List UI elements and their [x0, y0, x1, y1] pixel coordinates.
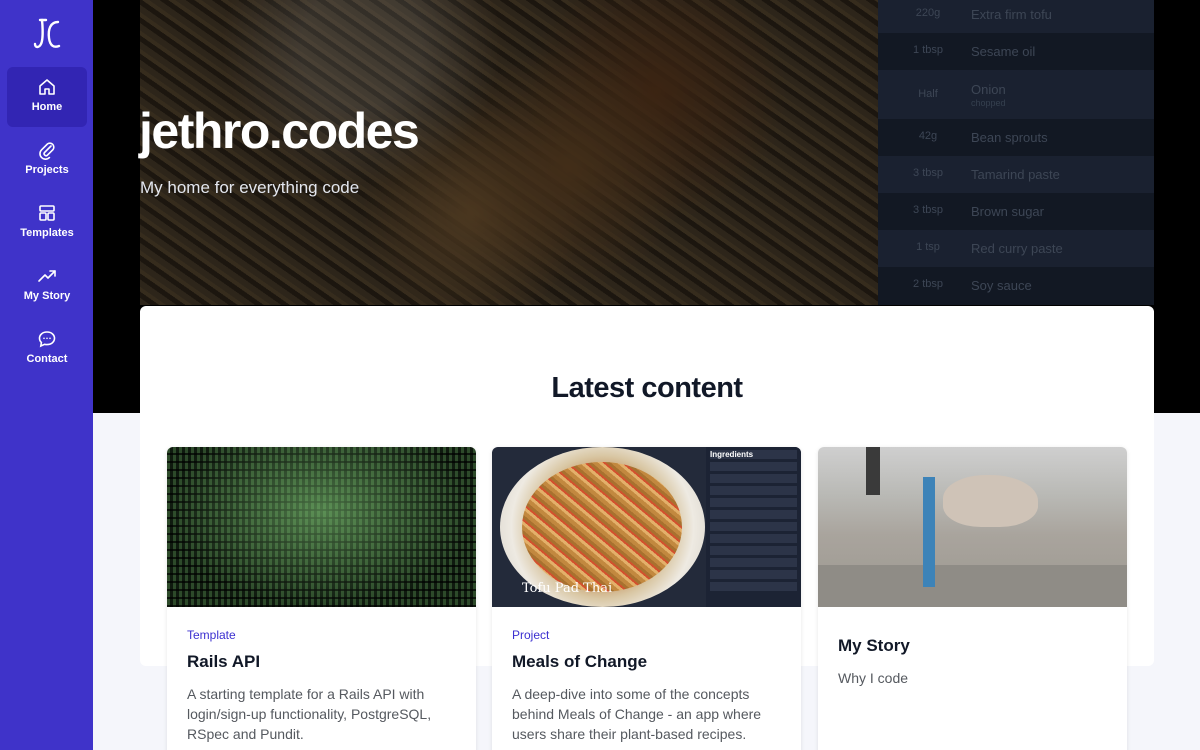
sidebar-item-my-story[interactable]: My Story — [7, 256, 87, 316]
card-title: Rails API — [187, 652, 261, 671]
ingredient-name: Bean sprouts — [971, 130, 1048, 145]
sidebar-item-templates[interactable]: Templates — [7, 193, 87, 253]
post-shape — [866, 447, 880, 495]
ingredient-qty: 2 tbsp — [913, 278, 943, 290]
sidebar-item-label: Templates — [20, 227, 74, 239]
ingredient-qty: 1 tsp — [916, 241, 940, 253]
sidebar-item-label: Home — [31, 101, 63, 113]
image-recipe-caption: Tofu Pad Thai — [522, 581, 613, 596]
ingredient-row: 2 tbsp Soy sauce — [878, 267, 1154, 304]
site-title: jethro.codes — [139, 103, 420, 159]
ingredient-name: Tamarind paste — [971, 167, 1060, 182]
sidebar-item-projects[interactable]: Projects — [7, 130, 87, 190]
ingredient-name: Red curry paste — [971, 241, 1063, 256]
ingredient-qty: 42g — [918, 130, 938, 142]
ingredient-name: Extra firm tofu — [971, 7, 1052, 22]
sidebar-item-label: Contact — [26, 353, 68, 365]
card-description: A deep-dive into some of the concepts be… — [512, 686, 762, 742]
home-icon — [39, 79, 55, 95]
ingredient-row: 1 tbsp Sesame oil — [878, 33, 1154, 70]
ingredient-row: 220g Extra firm tofu — [878, 0, 1154, 33]
ingredient-qty: 220g — [915, 7, 941, 19]
card-category: Project — [512, 628, 550, 642]
pig-shape — [943, 475, 1038, 527]
ingredient-qty: Half — [918, 88, 938, 100]
ingredient-row: 3 tbsp Brown sugar — [878, 193, 1154, 230]
ingredient-list-thumbnail — [706, 447, 801, 607]
content-card-meals-of-change[interactable]: Ingredients Tofu Pad Thai Project Meals … — [492, 447, 801, 750]
jc-logo-icon[interactable] — [32, 16, 62, 52]
ingredient-row: 1 tsp Red curry paste — [878, 230, 1154, 267]
ingredient-qty: 3 tbsp — [913, 204, 943, 216]
ingredient-qty: 1 tbsp — [913, 44, 943, 56]
site-subtitle: My home for everything code — [140, 178, 360, 197]
layout-icon — [39, 205, 55, 221]
image-ingredients-label: Ingredients — [710, 450, 754, 459]
content-card-rails-api[interactable]: Template Rails API A starting template f… — [167, 447, 476, 750]
noodles-shape — [522, 462, 682, 592]
sidebar-item-label: My Story — [23, 290, 71, 302]
ingredient-note: chopped — [971, 98, 1006, 108]
sidebar-item-label: Projects — [25, 164, 69, 176]
ingredients-panel: 220g Extra firm tofu 1 tbsp Sesame oil H… — [878, 0, 1154, 305]
card-description: Why I code — [838, 670, 909, 686]
ingredient-qty: 3 tbsp — [913, 167, 943, 179]
ingredient-name: Brown sugar — [971, 204, 1044, 219]
curb-shape — [818, 565, 1127, 607]
ingredient-name: Onion — [971, 82, 1006, 97]
card-image — [818, 447, 1127, 607]
card-image — [167, 447, 476, 607]
card-title: My Story — [838, 636, 910, 655]
card-category: Template — [187, 628, 236, 642]
matrix-face-image — [167, 447, 476, 607]
chat-bubble-icon — [38, 331, 56, 348]
ingredient-name: Sesame oil — [971, 44, 1036, 59]
card-title: Meals of Change — [512, 652, 648, 671]
trending-up-icon — [38, 270, 56, 282]
ingredient-row: 3 tbsp Tamarind paste — [878, 156, 1154, 193]
ingredient-name: Soy sauce — [971, 278, 1032, 293]
sidebar-item-contact[interactable]: Contact — [7, 319, 87, 379]
card-description: A starting template for a Rails API with… — [187, 686, 432, 742]
pad-thai-image: Ingredients Tofu Pad Thai — [492, 447, 801, 607]
card-image: Ingredients Tofu Pad Thai — [492, 447, 801, 607]
content-card-my-story[interactable]: My Story Why I code — [818, 447, 1127, 750]
ingredient-row: Half Onion chopped — [878, 70, 1154, 119]
paperclip-icon — [39, 142, 55, 160]
sidebar: Home Projects Templates My Story Contact — [0, 0, 93, 750]
street-pig-image — [818, 447, 1127, 607]
ingredient-row: 42g Bean sprouts — [878, 119, 1154, 156]
bin-pole-shape — [923, 477, 935, 587]
section-heading: Latest content — [551, 372, 743, 404]
sidebar-item-home[interactable]: Home — [7, 67, 87, 127]
